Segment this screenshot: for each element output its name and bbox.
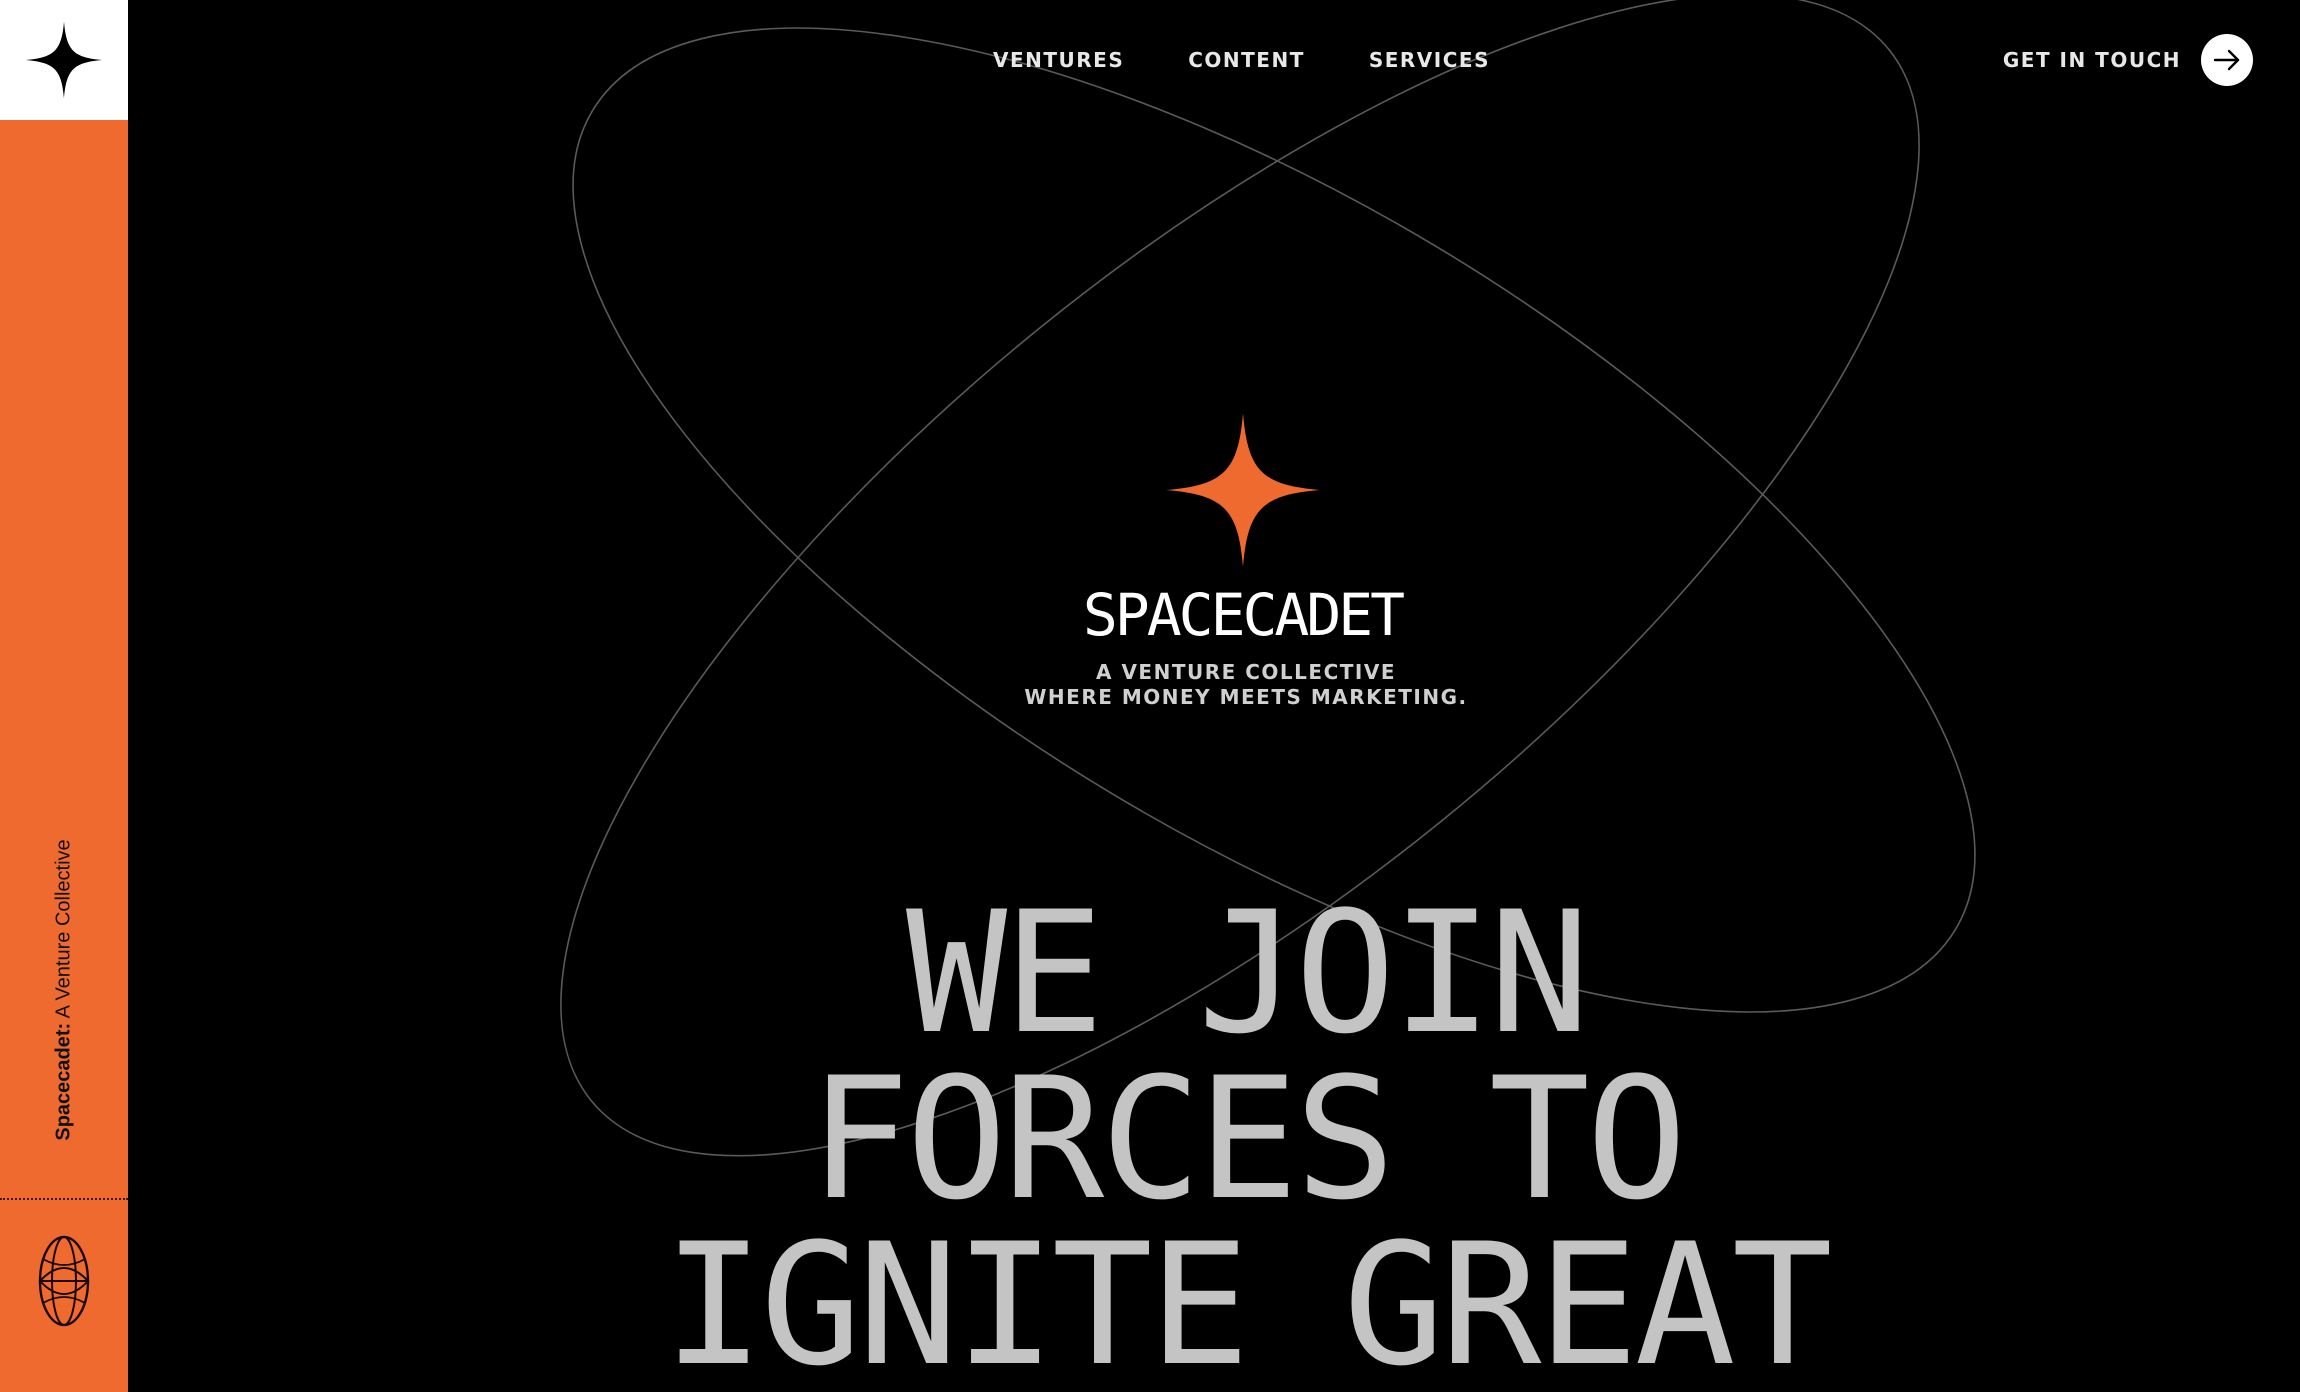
sidebar-brand-text: Spacecadet: A Venture Collective (53, 839, 76, 1140)
page: Spacecadet: A Venture Collective VENTURE… (0, 0, 2300, 1392)
hero-tagline: A VENTURE COLLECTIVE WHERE MONEY MEETS M… (1000, 660, 1492, 710)
tagline-line-2: WHERE MONEY MEETS MARKETING. (1024, 685, 1468, 709)
logo-button[interactable] (0, 0, 128, 120)
tagline-line-1: A VENTURE COLLECTIVE (1096, 660, 1396, 684)
get-in-touch-button[interactable]: GET IN TOUCH (2003, 34, 2253, 86)
nav-item-content[interactable]: CONTENT (1188, 48, 1305, 72)
hero-star-icon (1166, 413, 1320, 567)
sidebar-brand-bold: Spacecadet: (52, 1022, 75, 1141)
nav-item-ventures[interactable]: VENTURES (993, 48, 1124, 72)
sidebar-divider (0, 1198, 128, 1200)
nav-item-services[interactable]: SERVICES (1369, 48, 1490, 72)
globe-icon[interactable] (38, 1235, 90, 1327)
arrow-right-icon[interactable] (2201, 34, 2253, 86)
headline-line-3: IGNITE GREAT (663, 1207, 1833, 1392)
headline-line-1: WE JOIN (905, 875, 1590, 1071)
brand-wordmark: SPACECADET (1082, 581, 1405, 649)
get-in-touch-label: GET IN TOUCH (2002, 48, 2181, 72)
sidebar-brand-rest: A Venture Collective (52, 839, 75, 1023)
hero-headline: WE JOIN FORCES TO IGNITE GREAT (600, 875, 1892, 1392)
headline-line-2: FORCES TO (808, 1041, 1687, 1237)
sidebar: Spacecadet: A Venture Collective (0, 0, 128, 1392)
main-nav: VENTURES CONTENT SERVICES (993, 48, 1490, 72)
four-point-star-icon (25, 21, 103, 99)
